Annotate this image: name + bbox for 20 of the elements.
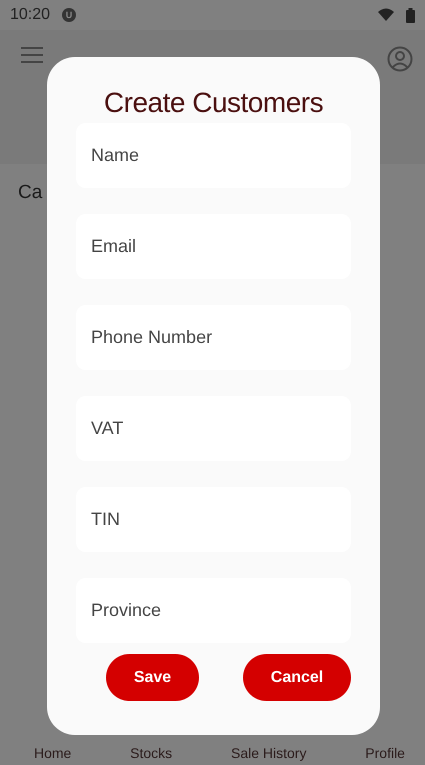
input-field[interactable]: Phone Number [76, 305, 351, 370]
nav-item[interactable]: Stocks [130, 745, 172, 761]
input-field[interactable]: Province [76, 578, 351, 643]
wifi-icon [378, 8, 394, 22]
input-field[interactable]: Email [76, 214, 351, 279]
battery-icon [406, 8, 415, 22]
nav-item[interactable]: Sale History [231, 745, 306, 761]
cancel-button[interactable]: Cancel [243, 654, 351, 701]
input-field[interactable]: TIN [76, 487, 351, 552]
menu-icon[interactable] [20, 46, 44, 64]
dialog-title: Create Customers [104, 87, 324, 119]
input-field[interactable]: VAT [76, 396, 351, 461]
input-field[interactable]: Name [76, 123, 351, 188]
nav-item[interactable]: Home [34, 745, 72, 761]
save-button[interactable]: Save [106, 654, 199, 701]
profile-icon[interactable] [387, 46, 413, 72]
notification-badge: U [62, 8, 76, 22]
nav-item[interactable]: Profile [365, 745, 405, 761]
status-time: 10:20 [10, 6, 50, 24]
section-heading: Ca [18, 182, 42, 203]
